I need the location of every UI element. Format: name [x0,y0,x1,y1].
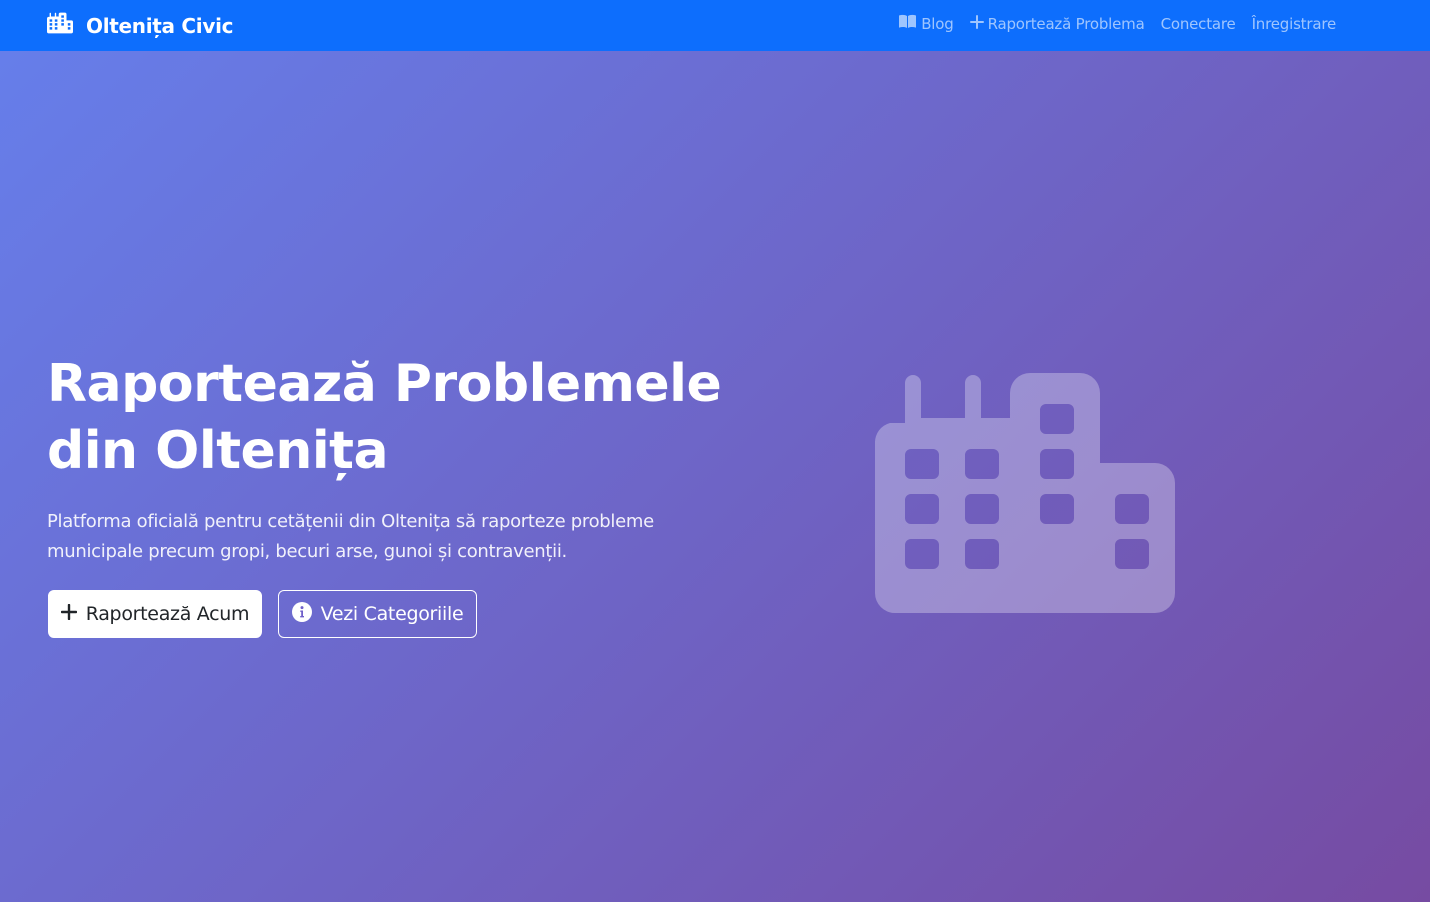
nav-link-label: Conectare [1160,14,1236,33]
nav-link-label: Blog [921,14,954,33]
nav-link-report[interactable]: Raportează Problema [969,14,1145,33]
nav-link-label: Înregistrare [1251,14,1337,33]
hero-description: Platforma oficială pentru cetățenii din … [47,511,654,562]
navbar: Oltenița Civic Blog Raportează Problema … [0,0,1430,51]
brand-link[interactable]: Oltenița Civic [46,12,234,39]
book-icon [898,14,921,33]
hero-title-line1: Raportează Problemele [47,354,722,414]
building-icon [874,373,1175,618]
view-categories-label: Vezi Categoriile [320,603,464,625]
hero-section: Raportează Problemele din Oltenița Platf… [0,51,1430,902]
nav-link-login[interactable]: Conectare [1161,15,1236,33]
building-icon [46,12,86,39]
report-now-button[interactable]: Raportează Acum [48,590,262,638]
nav-link-label: Raportează Problema [987,14,1145,33]
report-now-label: Raportează Acum [85,603,250,625]
nav-link-blog[interactable]: Blog [898,14,954,33]
info-icon [291,601,321,627]
hero-title: Raportează Problemele din Oltenița [47,351,727,485]
brand-name: Oltenița Civic [86,13,234,38]
view-categories-button[interactable]: Vezi Categoriile [278,590,477,638]
hero-title-line2: din Oltenița [47,421,389,481]
plus-icon [60,603,86,625]
plus-icon [969,14,988,33]
nav-link-register[interactable]: Înregistrare [1251,14,1337,33]
nav-links: Blog Raportează Problema Conectare Înreg… [898,14,1336,33]
